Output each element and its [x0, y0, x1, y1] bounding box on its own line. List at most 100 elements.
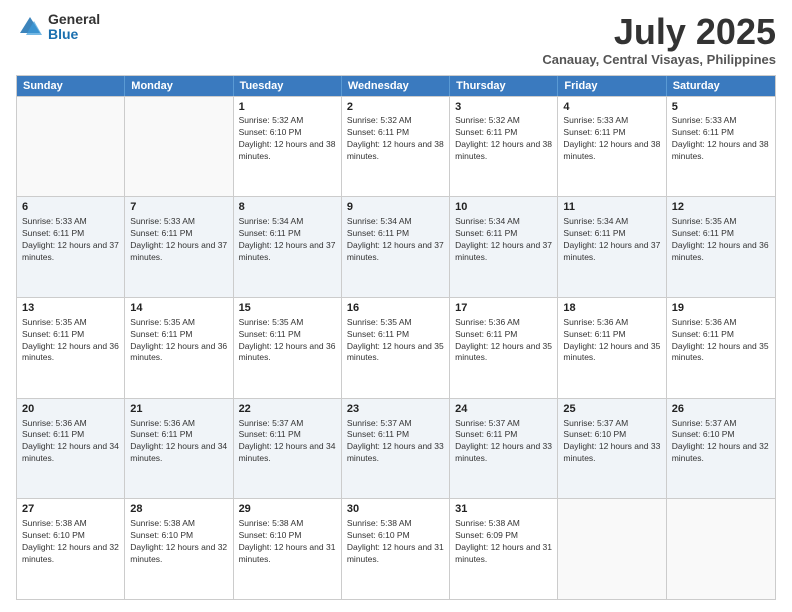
day-info: Sunrise: 5:34 AMSunset: 6:11 PMDaylight:… [347, 216, 444, 264]
day-number: 25 [563, 402, 660, 417]
day-info: Sunrise: 5:34 AMSunset: 6:11 PMDaylight:… [563, 216, 660, 264]
calendar-cell: 31Sunrise: 5:38 AMSunset: 6:09 PMDayligh… [450, 499, 558, 599]
calendar-cell [667, 499, 775, 599]
day-number: 28 [130, 502, 227, 517]
calendar-cell: 26Sunrise: 5:37 AMSunset: 6:10 PMDayligh… [667, 399, 775, 499]
day-info: Sunrise: 5:33 AMSunset: 6:11 PMDaylight:… [22, 216, 119, 264]
day-info: Sunrise: 5:37 AMSunset: 6:11 PMDaylight:… [239, 418, 336, 466]
day-number: 8 [239, 200, 336, 215]
calendar-cell [125, 97, 233, 197]
day-info: Sunrise: 5:38 AMSunset: 6:10 PMDaylight:… [239, 518, 336, 566]
day-info: Sunrise: 5:37 AMSunset: 6:10 PMDaylight:… [672, 418, 770, 466]
weekday-header-thursday: Thursday [450, 76, 558, 96]
day-number: 30 [347, 502, 444, 517]
logo-text: General Blue [48, 12, 100, 43]
calendar-cell: 5Sunrise: 5:33 AMSunset: 6:11 PMDaylight… [667, 97, 775, 197]
weekday-header-friday: Friday [558, 76, 666, 96]
weekday-header-tuesday: Tuesday [234, 76, 342, 96]
calendar-cell: 7Sunrise: 5:33 AMSunset: 6:11 PMDaylight… [125, 197, 233, 297]
calendar-cell: 19Sunrise: 5:36 AMSunset: 6:11 PMDayligh… [667, 298, 775, 398]
day-number: 12 [672, 200, 770, 215]
calendar-row-5: 27Sunrise: 5:38 AMSunset: 6:10 PMDayligh… [17, 498, 775, 599]
weekday-header-monday: Monday [125, 76, 233, 96]
day-number: 19 [672, 301, 770, 316]
calendar-cell: 13Sunrise: 5:35 AMSunset: 6:11 PMDayligh… [17, 298, 125, 398]
day-number: 3 [455, 100, 552, 115]
calendar-cell: 18Sunrise: 5:36 AMSunset: 6:11 PMDayligh… [558, 298, 666, 398]
day-number: 31 [455, 502, 552, 517]
calendar-cell: 23Sunrise: 5:37 AMSunset: 6:11 PMDayligh… [342, 399, 450, 499]
day-number: 11 [563, 200, 660, 215]
day-number: 24 [455, 402, 552, 417]
day-number: 29 [239, 502, 336, 517]
day-number: 21 [130, 402, 227, 417]
calendar-cell: 22Sunrise: 5:37 AMSunset: 6:11 PMDayligh… [234, 399, 342, 499]
calendar-cell: 17Sunrise: 5:36 AMSunset: 6:11 PMDayligh… [450, 298, 558, 398]
day-number: 4 [563, 100, 660, 115]
calendar-body: 1Sunrise: 5:32 AMSunset: 6:10 PMDaylight… [17, 96, 775, 599]
calendar-cell: 2Sunrise: 5:32 AMSunset: 6:11 PMDaylight… [342, 97, 450, 197]
calendar-cell: 28Sunrise: 5:38 AMSunset: 6:10 PMDayligh… [125, 499, 233, 599]
logo-general-text: General [48, 12, 100, 27]
day-number: 1 [239, 100, 336, 115]
day-info: Sunrise: 5:32 AMSunset: 6:11 PMDaylight:… [347, 115, 444, 163]
calendar-cell: 4Sunrise: 5:33 AMSunset: 6:11 PMDaylight… [558, 97, 666, 197]
calendar-cell: 3Sunrise: 5:32 AMSunset: 6:11 PMDaylight… [450, 97, 558, 197]
day-info: Sunrise: 5:36 AMSunset: 6:11 PMDaylight:… [455, 317, 552, 365]
calendar-cell: 21Sunrise: 5:36 AMSunset: 6:11 PMDayligh… [125, 399, 233, 499]
day-number: 2 [347, 100, 444, 115]
day-info: Sunrise: 5:35 AMSunset: 6:11 PMDaylight:… [347, 317, 444, 365]
calendar-cell: 10Sunrise: 5:34 AMSunset: 6:11 PMDayligh… [450, 197, 558, 297]
day-info: Sunrise: 5:36 AMSunset: 6:11 PMDaylight:… [22, 418, 119, 466]
day-number: 14 [130, 301, 227, 316]
day-info: Sunrise: 5:35 AMSunset: 6:11 PMDaylight:… [239, 317, 336, 365]
day-info: Sunrise: 5:35 AMSunset: 6:11 PMDaylight:… [672, 216, 770, 264]
day-info: Sunrise: 5:36 AMSunset: 6:11 PMDaylight:… [130, 418, 227, 466]
day-number: 15 [239, 301, 336, 316]
day-number: 20 [22, 402, 119, 417]
calendar-cell: 11Sunrise: 5:34 AMSunset: 6:11 PMDayligh… [558, 197, 666, 297]
calendar-cell: 12Sunrise: 5:35 AMSunset: 6:11 PMDayligh… [667, 197, 775, 297]
calendar-cell [558, 499, 666, 599]
day-info: Sunrise: 5:34 AMSunset: 6:11 PMDaylight:… [239, 216, 336, 264]
calendar-cell: 15Sunrise: 5:35 AMSunset: 6:11 PMDayligh… [234, 298, 342, 398]
day-number: 18 [563, 301, 660, 316]
day-info: Sunrise: 5:38 AMSunset: 6:09 PMDaylight:… [455, 518, 552, 566]
calendar-cell: 6Sunrise: 5:33 AMSunset: 6:11 PMDaylight… [17, 197, 125, 297]
calendar-cell: 1Sunrise: 5:32 AMSunset: 6:10 PMDaylight… [234, 97, 342, 197]
day-info: Sunrise: 5:33 AMSunset: 6:11 PMDaylight:… [563, 115, 660, 163]
day-info: Sunrise: 5:38 AMSunset: 6:10 PMDaylight:… [130, 518, 227, 566]
page-header: General Blue July 2025 Canauay, Central … [16, 12, 776, 67]
day-number: 5 [672, 100, 770, 115]
weekday-header-wednesday: Wednesday [342, 76, 450, 96]
day-info: Sunrise: 5:35 AMSunset: 6:11 PMDaylight:… [130, 317, 227, 365]
logo: General Blue [16, 12, 100, 43]
day-number: 16 [347, 301, 444, 316]
day-info: Sunrise: 5:38 AMSunset: 6:10 PMDaylight:… [22, 518, 119, 566]
calendar-cell: 24Sunrise: 5:37 AMSunset: 6:11 PMDayligh… [450, 399, 558, 499]
day-number: 13 [22, 301, 119, 316]
day-number: 26 [672, 402, 770, 417]
day-info: Sunrise: 5:36 AMSunset: 6:11 PMDaylight:… [563, 317, 660, 365]
calendar-cell: 30Sunrise: 5:38 AMSunset: 6:10 PMDayligh… [342, 499, 450, 599]
calendar-cell: 16Sunrise: 5:35 AMSunset: 6:11 PMDayligh… [342, 298, 450, 398]
day-number: 10 [455, 200, 552, 215]
day-number: 7 [130, 200, 227, 215]
calendar-row-2: 6Sunrise: 5:33 AMSunset: 6:11 PMDaylight… [17, 196, 775, 297]
day-info: Sunrise: 5:33 AMSunset: 6:11 PMDaylight:… [130, 216, 227, 264]
title-block: July 2025 Canauay, Central Visayas, Phil… [542, 12, 776, 67]
day-number: 6 [22, 200, 119, 215]
calendar-cell: 29Sunrise: 5:38 AMSunset: 6:10 PMDayligh… [234, 499, 342, 599]
logo-icon [16, 13, 44, 41]
day-info: Sunrise: 5:37 AMSunset: 6:10 PMDaylight:… [563, 418, 660, 466]
day-info: Sunrise: 5:38 AMSunset: 6:10 PMDaylight:… [347, 518, 444, 566]
day-info: Sunrise: 5:32 AMSunset: 6:10 PMDaylight:… [239, 115, 336, 163]
calendar-page: General Blue July 2025 Canauay, Central … [0, 0, 792, 612]
weekday-header-saturday: Saturday [667, 76, 775, 96]
day-info: Sunrise: 5:33 AMSunset: 6:11 PMDaylight:… [672, 115, 770, 163]
calendar-cell: 14Sunrise: 5:35 AMSunset: 6:11 PMDayligh… [125, 298, 233, 398]
main-title: July 2025 [542, 12, 776, 52]
calendar: SundayMondayTuesdayWednesdayThursdayFrid… [16, 75, 776, 600]
logo-blue-text: Blue [48, 27, 100, 42]
calendar-row-4: 20Sunrise: 5:36 AMSunset: 6:11 PMDayligh… [17, 398, 775, 499]
